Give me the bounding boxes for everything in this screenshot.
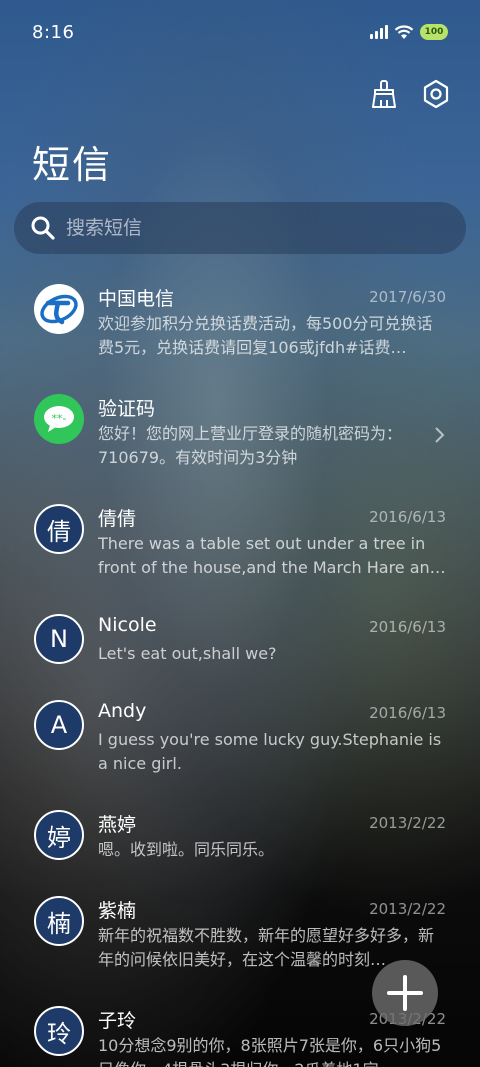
conversation-date: 2013/2/22 — [369, 900, 446, 918]
conversation-name: 验证码 — [98, 398, 156, 420]
chat-bubble-icon: **- — [44, 406, 74, 432]
conversation-item[interactable]: N Nicole 2016/6/13 Let's eat out,shall w… — [0, 606, 480, 692]
svg-text:**-: **- — [52, 412, 67, 425]
status-bar: 8:16 100 — [0, 0, 480, 64]
conversation-date: 2016/6/13 — [369, 704, 446, 722]
plus-icon — [387, 975, 423, 1011]
conversation-name: 紫楠 — [98, 900, 137, 922]
message-bubble-icon: **- — [34, 394, 84, 444]
battery-icon: 100 — [420, 24, 448, 40]
avatar: 婷 — [34, 810, 84, 860]
search-bar[interactable] — [14, 202, 466, 254]
conversation-preview: 嗯。收到啦。同乐同乐。 — [98, 840, 275, 859]
conversation-name: 倩倩 — [98, 508, 137, 530]
top-actions — [366, 76, 454, 112]
china-telecom-icon — [40, 294, 78, 325]
search-icon — [31, 216, 55, 240]
avatar: 楠 — [34, 896, 84, 946]
conversation-name: 中国电信 — [98, 288, 175, 310]
page-title: 短信 — [32, 143, 113, 187]
conversation-preview: 您好！您的网上营业厅登录的随机密码为：710679。有效时间为3分钟 — [98, 424, 403, 467]
broom-icon — [372, 80, 396, 108]
new-message-button[interactable] — [372, 960, 438, 1026]
conversation-item[interactable]: A Andy 2016/6/13 I guess you're some luc… — [0, 692, 480, 802]
avatar: N — [34, 614, 84, 664]
avatar: 玲 — [34, 1006, 84, 1056]
signal-icon — [370, 25, 388, 39]
avatar: 倩 — [34, 504, 84, 554]
conversation-preview: Let's eat out,shall we? — [98, 644, 277, 663]
wifi-icon — [394, 25, 414, 39]
conversation-preview: 欢迎参加积分兑换话费活动，每500分可兑换话费5元，兑换话费请回复106或jfd… — [98, 314, 433, 357]
gear-icon — [423, 79, 449, 109]
settings-button[interactable] — [418, 76, 454, 112]
conversation-date: 2013/2/22 — [369, 814, 446, 832]
conversation-date: 2016/6/13 — [369, 618, 446, 636]
conversation-item[interactable]: **- 验证码 您好！您的网上营业厅登录的随机密码为：710679。有效时间为3… — [0, 386, 480, 496]
conversation-preview: 10分想念9别的你，8张照片7张是你，6只小狗5只像你，4根骨头3根归你，2爪着… — [98, 1036, 442, 1067]
conversation-item[interactable]: 中国电信 2017/6/30 欢迎参加积分兑换话费活动，每500分可兑换话费5元… — [0, 276, 480, 386]
conversation-preview: There was a table set out under a tree i… — [98, 534, 446, 577]
clean-button[interactable] — [366, 76, 402, 112]
conversation-item[interactable]: 婷 燕婷 2013/2/22 嗯。收到啦。同乐同乐。 — [0, 802, 480, 888]
conversation-item[interactable]: 倩 倩倩 2016/6/13 There was a table set out… — [0, 496, 480, 606]
status-time: 8:16 — [32, 21, 75, 43]
avatar: A — [34, 700, 84, 750]
conversation-name: 燕婷 — [98, 814, 137, 836]
status-icons: 100 — [370, 24, 448, 40]
china-telecom-logo — [34, 284, 84, 334]
conversation-preview: I guess you're some lucky guy.Stephanie … — [98, 730, 442, 773]
search-input[interactable] — [66, 217, 426, 239]
conversation-name: Andy — [98, 700, 147, 722]
conversation-date: 2016/6/13 — [369, 508, 446, 526]
conversation-name: 子玲 — [98, 1010, 137, 1032]
conversation-list: 中国电信 2017/6/30 欢迎参加积分兑换话费活动，每500分可兑换话费5元… — [0, 276, 480, 1067]
conversation-date: 2017/6/30 — [369, 288, 446, 306]
conversation-name: Nicole — [98, 614, 157, 636]
